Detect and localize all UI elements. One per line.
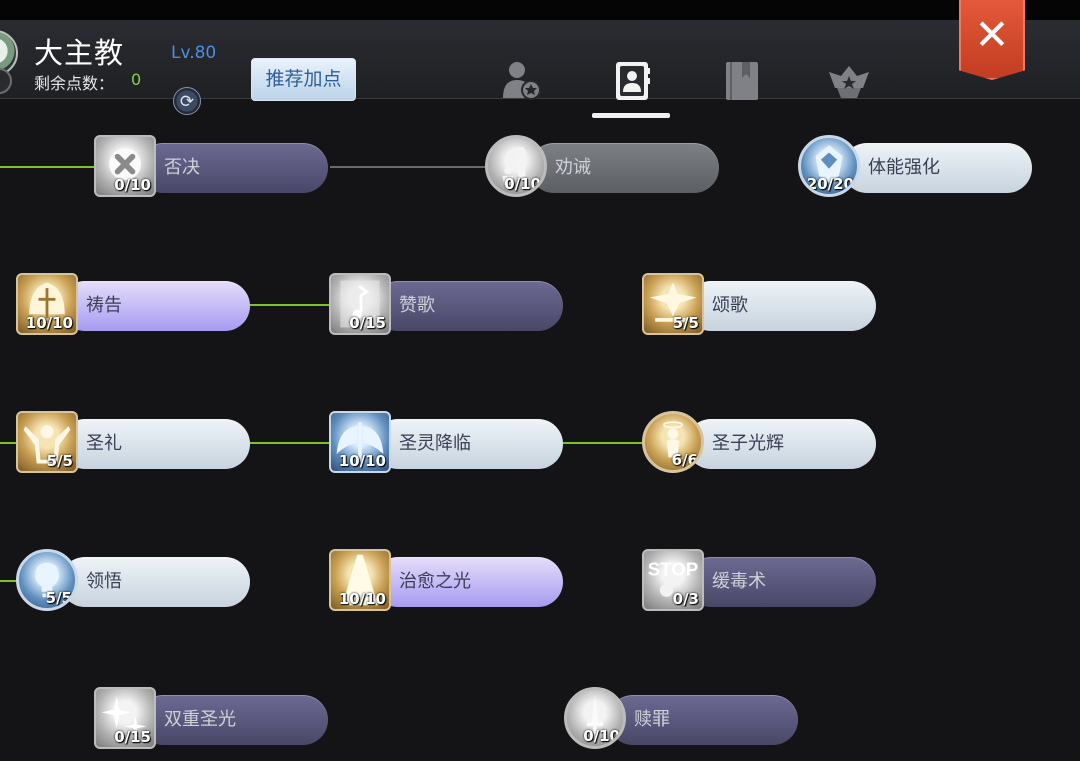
skill-name: 祷告 — [86, 295, 122, 316]
raised-arms-icon: 5/5 — [16, 411, 78, 473]
skill-name: 领悟 — [86, 571, 122, 592]
skill-level: 0/15 — [114, 728, 151, 746]
music-note-icon: 0/15 — [329, 273, 391, 335]
honor-badge-icon — [829, 66, 869, 98]
avatar-badge — [0, 68, 12, 94]
skill-name: 圣灵降临 — [399, 433, 471, 454]
skill-level: 5/5 — [672, 314, 699, 332]
lightbulb-icon: 5/5 — [16, 549, 78, 611]
skill-name: 劝诫 — [555, 157, 591, 178]
skill-level: 0/3 — [672, 590, 699, 608]
skill-node[interactable]: 双重圣光 0/15 — [94, 687, 334, 753]
tab-skills[interactable] — [610, 58, 654, 102]
character-icon — [503, 62, 541, 100]
bookmark-book-icon — [726, 62, 758, 100]
connector-line — [250, 304, 330, 306]
skill-level: 0/10 — [504, 175, 541, 193]
sparkle-icon: 0/15 — [94, 687, 156, 749]
skill-node[interactable]: 赞歌 0/15 — [329, 273, 569, 339]
skill-name: 否决 — [164, 157, 200, 178]
stop-skull-icon: STOP 0/3 — [642, 549, 704, 611]
top-strip — [0, 0, 1080, 20]
skill-name: 赎罪 — [634, 709, 670, 730]
light-beam-icon: 10/10 — [329, 549, 391, 611]
close-icon: ✕ — [974, 10, 1010, 59]
skill-level: 20/20 — [806, 175, 854, 193]
skill-node[interactable]: 缓毒术 STOP 0/3 — [642, 549, 882, 615]
skill-node[interactable]: 圣礼 5/5 — [16, 411, 256, 477]
remaining-points-label: 剩余点数： — [34, 74, 115, 93]
winged-star-icon: 5/5 — [642, 273, 704, 335]
recommend-points-button[interactable]: 推荐加点 — [251, 58, 356, 101]
connector-line — [250, 442, 330, 444]
connector-line — [563, 442, 643, 444]
stop-text: STOP — [648, 558, 699, 579]
character-level: Lv.80 — [171, 43, 217, 63]
dagger-icon: 0/10 — [564, 687, 626, 749]
connector-line — [330, 166, 490, 168]
skill-book-icon — [616, 62, 650, 100]
skill-level: 5/5 — [46, 452, 73, 470]
tab-character[interactable] — [499, 58, 543, 102]
skill-name: 颂歌 — [712, 295, 748, 316]
connector-line — [0, 166, 96, 168]
skill-name: 圣礼 — [86, 433, 122, 454]
prayer-tree-icon: 10/10 — [16, 273, 78, 335]
tab-honor[interactable] — [827, 58, 871, 102]
remaining-points-value: 0 — [131, 70, 142, 89]
skill-level: 10/10 — [338, 590, 386, 608]
kneeling-figure-icon: 0/10 — [485, 135, 547, 197]
character-name: 大主教 — [34, 36, 125, 70]
halo-child-icon: 6/6 — [642, 411, 704, 473]
skill-tree: 否决 0/10 劝诫 0/10 体能强化 20/20 祷告 10/10 赞歌 0… — [0, 99, 1080, 761]
skill-name: 圣子光辉 — [712, 433, 784, 454]
close-button[interactable]: ✕ — [959, 0, 1025, 80]
tab-book[interactable] — [720, 58, 764, 102]
skill-name: 治愈之光 — [399, 571, 471, 592]
cross-seal-icon: 0/10 — [94, 135, 156, 197]
skill-level: 6/6 — [671, 451, 698, 469]
skill-node[interactable]: 圣子光辉 6/6 — [642, 411, 882, 477]
skill-level: 10/10 — [338, 452, 386, 470]
header-bar: 大主教 剩余点数： 0 Lv.80 ⟳ 推荐加点 — [0, 20, 1080, 118]
skill-node[interactable]: 圣灵降临 10/10 — [329, 411, 569, 477]
skill-name: 赞歌 — [399, 295, 435, 316]
skill-name: 缓毒术 — [712, 571, 766, 592]
skill-node[interactable]: 颂歌 5/5 — [642, 273, 882, 339]
skill-node[interactable]: 否决 0/10 — [94, 135, 334, 201]
shield-helm-icon: 20/20 — [798, 135, 860, 197]
skill-name: 双重圣光 — [164, 709, 236, 730]
skill-level: 0/15 — [349, 314, 386, 332]
skill-name: 体能强化 — [868, 157, 940, 178]
skill-node[interactable]: 领悟 5/5 — [16, 549, 256, 615]
skill-level: 5/5 — [45, 589, 72, 607]
skill-node[interactable]: 祷告 10/10 — [16, 273, 256, 339]
skill-node[interactable]: 赎罪 0/10 — [564, 687, 804, 753]
angel-wings-icon: 10/10 — [329, 411, 391, 473]
skill-node[interactable]: 体能强化 20/20 — [798, 135, 1038, 201]
skill-node[interactable]: 劝诫 0/10 — [485, 135, 725, 201]
skill-level: 10/10 — [25, 314, 73, 332]
skill-level: 0/10 — [583, 727, 620, 745]
skill-level: 0/10 — [114, 176, 151, 194]
skill-node[interactable]: 治愈之光 10/10 — [329, 549, 569, 615]
